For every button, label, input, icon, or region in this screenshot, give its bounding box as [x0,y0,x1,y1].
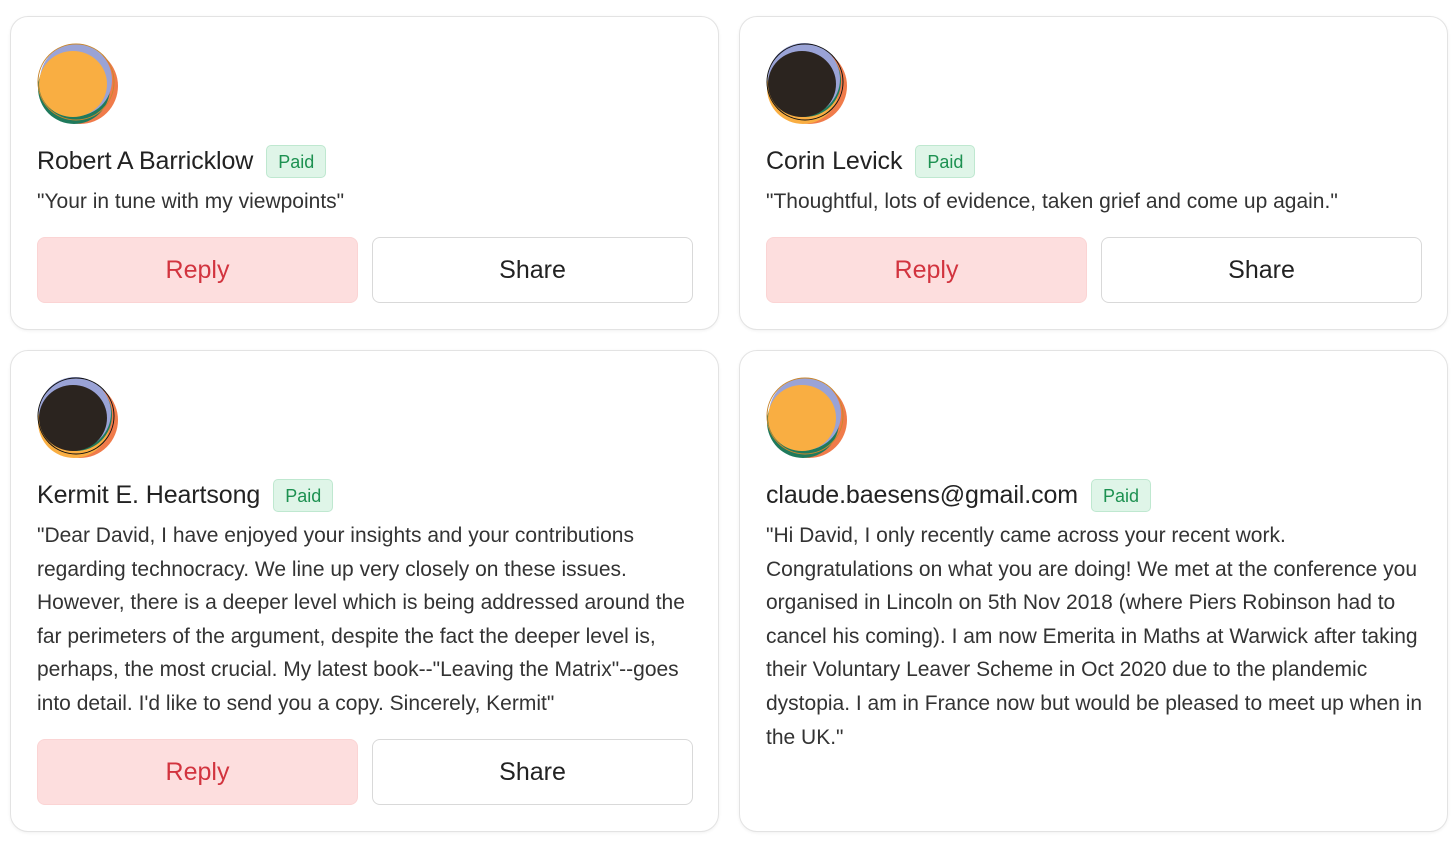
avatar[interactable] [37,43,119,125]
avatar-orange-icon [37,43,118,124]
avatar-dark-icon [766,43,847,124]
comment-header: Kermit E. Heartsong Paid [37,477,334,513]
reply-button[interactable]: Reply [37,739,358,805]
comment-text: "Hi David, I only recently came across y… [766,524,1423,749]
paid-badge: Paid [266,144,327,178]
comment-header: Corin Levick Paid [766,143,976,179]
comment-text: "Dear David, I have enjoyed your insight… [37,524,685,715]
author-name[interactable]: claude.baesens@gmail.com [766,481,1078,510]
paid-badge: Paid [1091,478,1152,512]
comment-text: "Your in tune with my viewpoints" [37,190,345,213]
reply-button[interactable]: Reply [766,237,1087,303]
author-name[interactable]: Robert A Barricklow [37,147,253,176]
paid-badge: Paid [915,144,976,178]
avatar-orange-icon [766,377,847,458]
avatar-dark-icon [37,377,118,458]
comment-header: Robert A Barricklow Paid [37,143,327,179]
avatar[interactable] [37,377,119,459]
avatar[interactable] [766,43,848,125]
paid-badge: Paid [273,478,334,512]
avatar[interactable] [766,377,848,459]
author-name[interactable]: Corin Levick [766,147,902,176]
author-name[interactable]: Kermit E. Heartsong [37,481,260,510]
comment-header: claude.baesens@gmail.com Paid [766,477,1152,513]
comment-card: Robert A Barricklow Paid "Your in tune w… [10,16,719,330]
comment-card: Kermit E. Heartsong Paid "Dear David, I … [10,350,719,832]
share-button[interactable]: Share [372,237,693,303]
share-button[interactable]: Share [1101,237,1422,303]
reply-button[interactable]: Reply [37,237,358,303]
comment-card: claude.baesens@gmail.com Paid "Hi David,… [739,350,1448,832]
comment-text: "Thoughtful, lots of evidence, taken gri… [766,190,1338,213]
comment-card: Corin Levick Paid "Thoughtful, lots of e… [739,16,1448,330]
share-button[interactable]: Share [372,739,693,805]
